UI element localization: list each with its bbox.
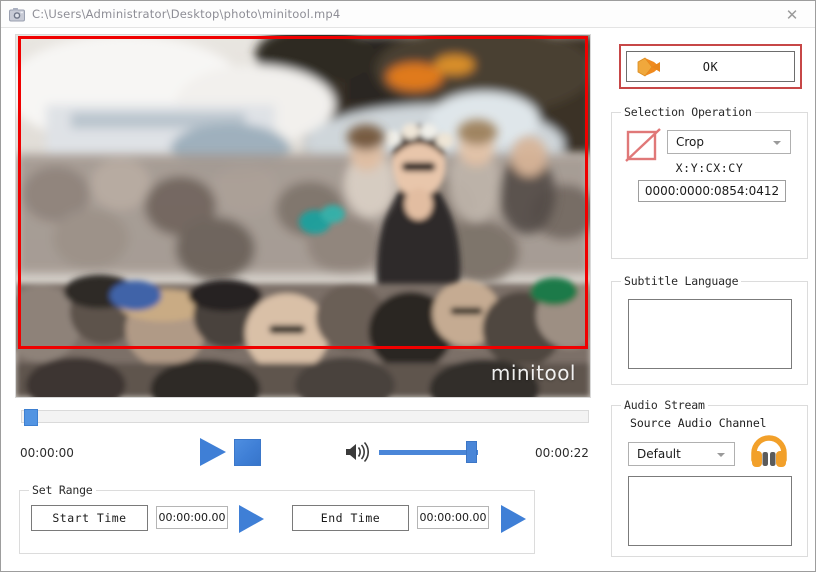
title-bar: C:\Users\Administrator\Desktop\photo\min… [1, 1, 815, 28]
audio-channel-dropdown[interactable]: Default [628, 442, 735, 466]
subtitle-language-group: Subtitle Language [611, 274, 808, 385]
end-time-button[interactable]: End Time [292, 505, 409, 531]
close-icon[interactable]: ✕ [770, 2, 814, 27]
current-time-label: 00:00:00 [20, 446, 74, 460]
volume-slider-handle[interactable] [466, 441, 477, 463]
set-range-legend: Set Range [29, 483, 96, 497]
subtitle-language-legend: Subtitle Language [621, 274, 742, 288]
selection-operation-value: Crop [676, 135, 705, 149]
speaker-icon[interactable] [344, 441, 369, 463]
video-preview[interactable]: minitool [15, 34, 591, 398]
chevron-down-icon [773, 141, 781, 145]
crop-icon[interactable] [624, 127, 662, 165]
coords-format-label: X:Y:CX:CY [675, 161, 744, 175]
seek-slider[interactable] [21, 409, 589, 426]
ok-button[interactable]: OK [619, 44, 802, 89]
chevron-down-icon [717, 453, 725, 457]
total-time-label: 00:00:22 [535, 446, 589, 460]
orange-arrow-icon [637, 57, 660, 77]
start-time-input[interactable]: 00:00:00.00 [156, 506, 228, 529]
start-time-button[interactable]: Start Time [31, 505, 148, 531]
ok-button-inner[interactable]: OK [626, 51, 795, 82]
start-time-preview-play-icon[interactable] [239, 505, 264, 533]
stop-icon[interactable] [234, 439, 261, 466]
play-icon[interactable] [200, 438, 226, 466]
selection-operation-legend: Selection Operation [621, 105, 755, 119]
watermark-label: minitool [490, 361, 576, 385]
video-frame-image [16, 35, 590, 397]
audio-stream-legend: Audio Stream [621, 398, 708, 412]
video-editor-window: C:\Users\Administrator\Desktop\photo\min… [0, 0, 816, 572]
source-audio-channel-label: Source Audio Channel [630, 416, 767, 430]
set-range-group: Set Range Start Time 00:00:00.00 End Tim… [19, 483, 535, 554]
end-time-input[interactable]: 00:00:00.00 [417, 506, 489, 529]
end-time-preview-play-icon[interactable] [501, 505, 526, 533]
window-title: C:\Users\Administrator\Desktop\photo\min… [32, 7, 341, 21]
volume-slider[interactable] [379, 450, 478, 455]
audio-stream-group: Audio Stream Source Audio Channel Defaul… [611, 398, 808, 557]
audio-channel-value: Default [637, 447, 681, 461]
audio-stream-listbox[interactable] [628, 476, 792, 546]
coords-input[interactable]: 0000:0000:0854:0412 [638, 180, 786, 202]
headphones-icon [751, 435, 787, 467]
selection-operation-group: Selection Operation Crop X:Y:CX:CY 0000:… [611, 105, 808, 259]
selection-operation-dropdown[interactable]: Crop [667, 130, 791, 154]
camera-icon [9, 8, 25, 22]
seek-slider-handle[interactable] [24, 409, 38, 426]
subtitle-language-listbox[interactable] [628, 299, 792, 369]
